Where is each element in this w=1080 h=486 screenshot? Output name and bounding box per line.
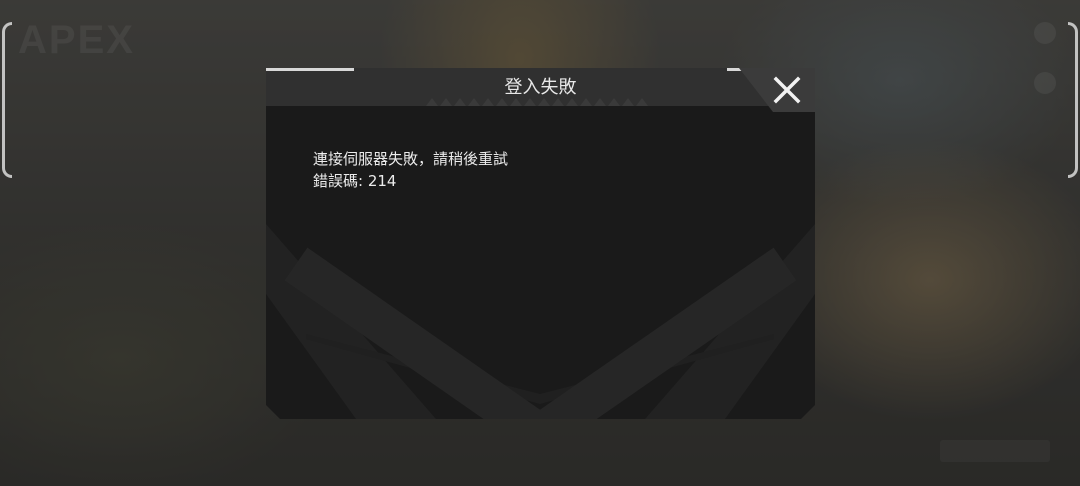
dialog-message: 連接伺服器失敗，請稍後重試 錯誤碼: 214 [313, 148, 508, 192]
close-icon [773, 76, 801, 104]
left-edge-bracket [2, 22, 12, 178]
right-edge-bracket [1068, 22, 1078, 178]
login-failed-dialog: 登入失敗 連接伺服器失敗，請稍後重試 錯誤碼: 214 [266, 68, 815, 419]
error-code-text: 錯誤碼: 214 [313, 172, 397, 190]
error-message-text: 連接伺服器失敗，請稍後重試 [313, 150, 509, 168]
dialog-header: 登入失敗 [266, 68, 815, 106]
dialog-title: 登入失敗 [504, 77, 577, 98]
game-background: APEX 登入失敗 連接伺服器失敗，請稍後重試 錯誤碼: 214 [0, 0, 1080, 486]
